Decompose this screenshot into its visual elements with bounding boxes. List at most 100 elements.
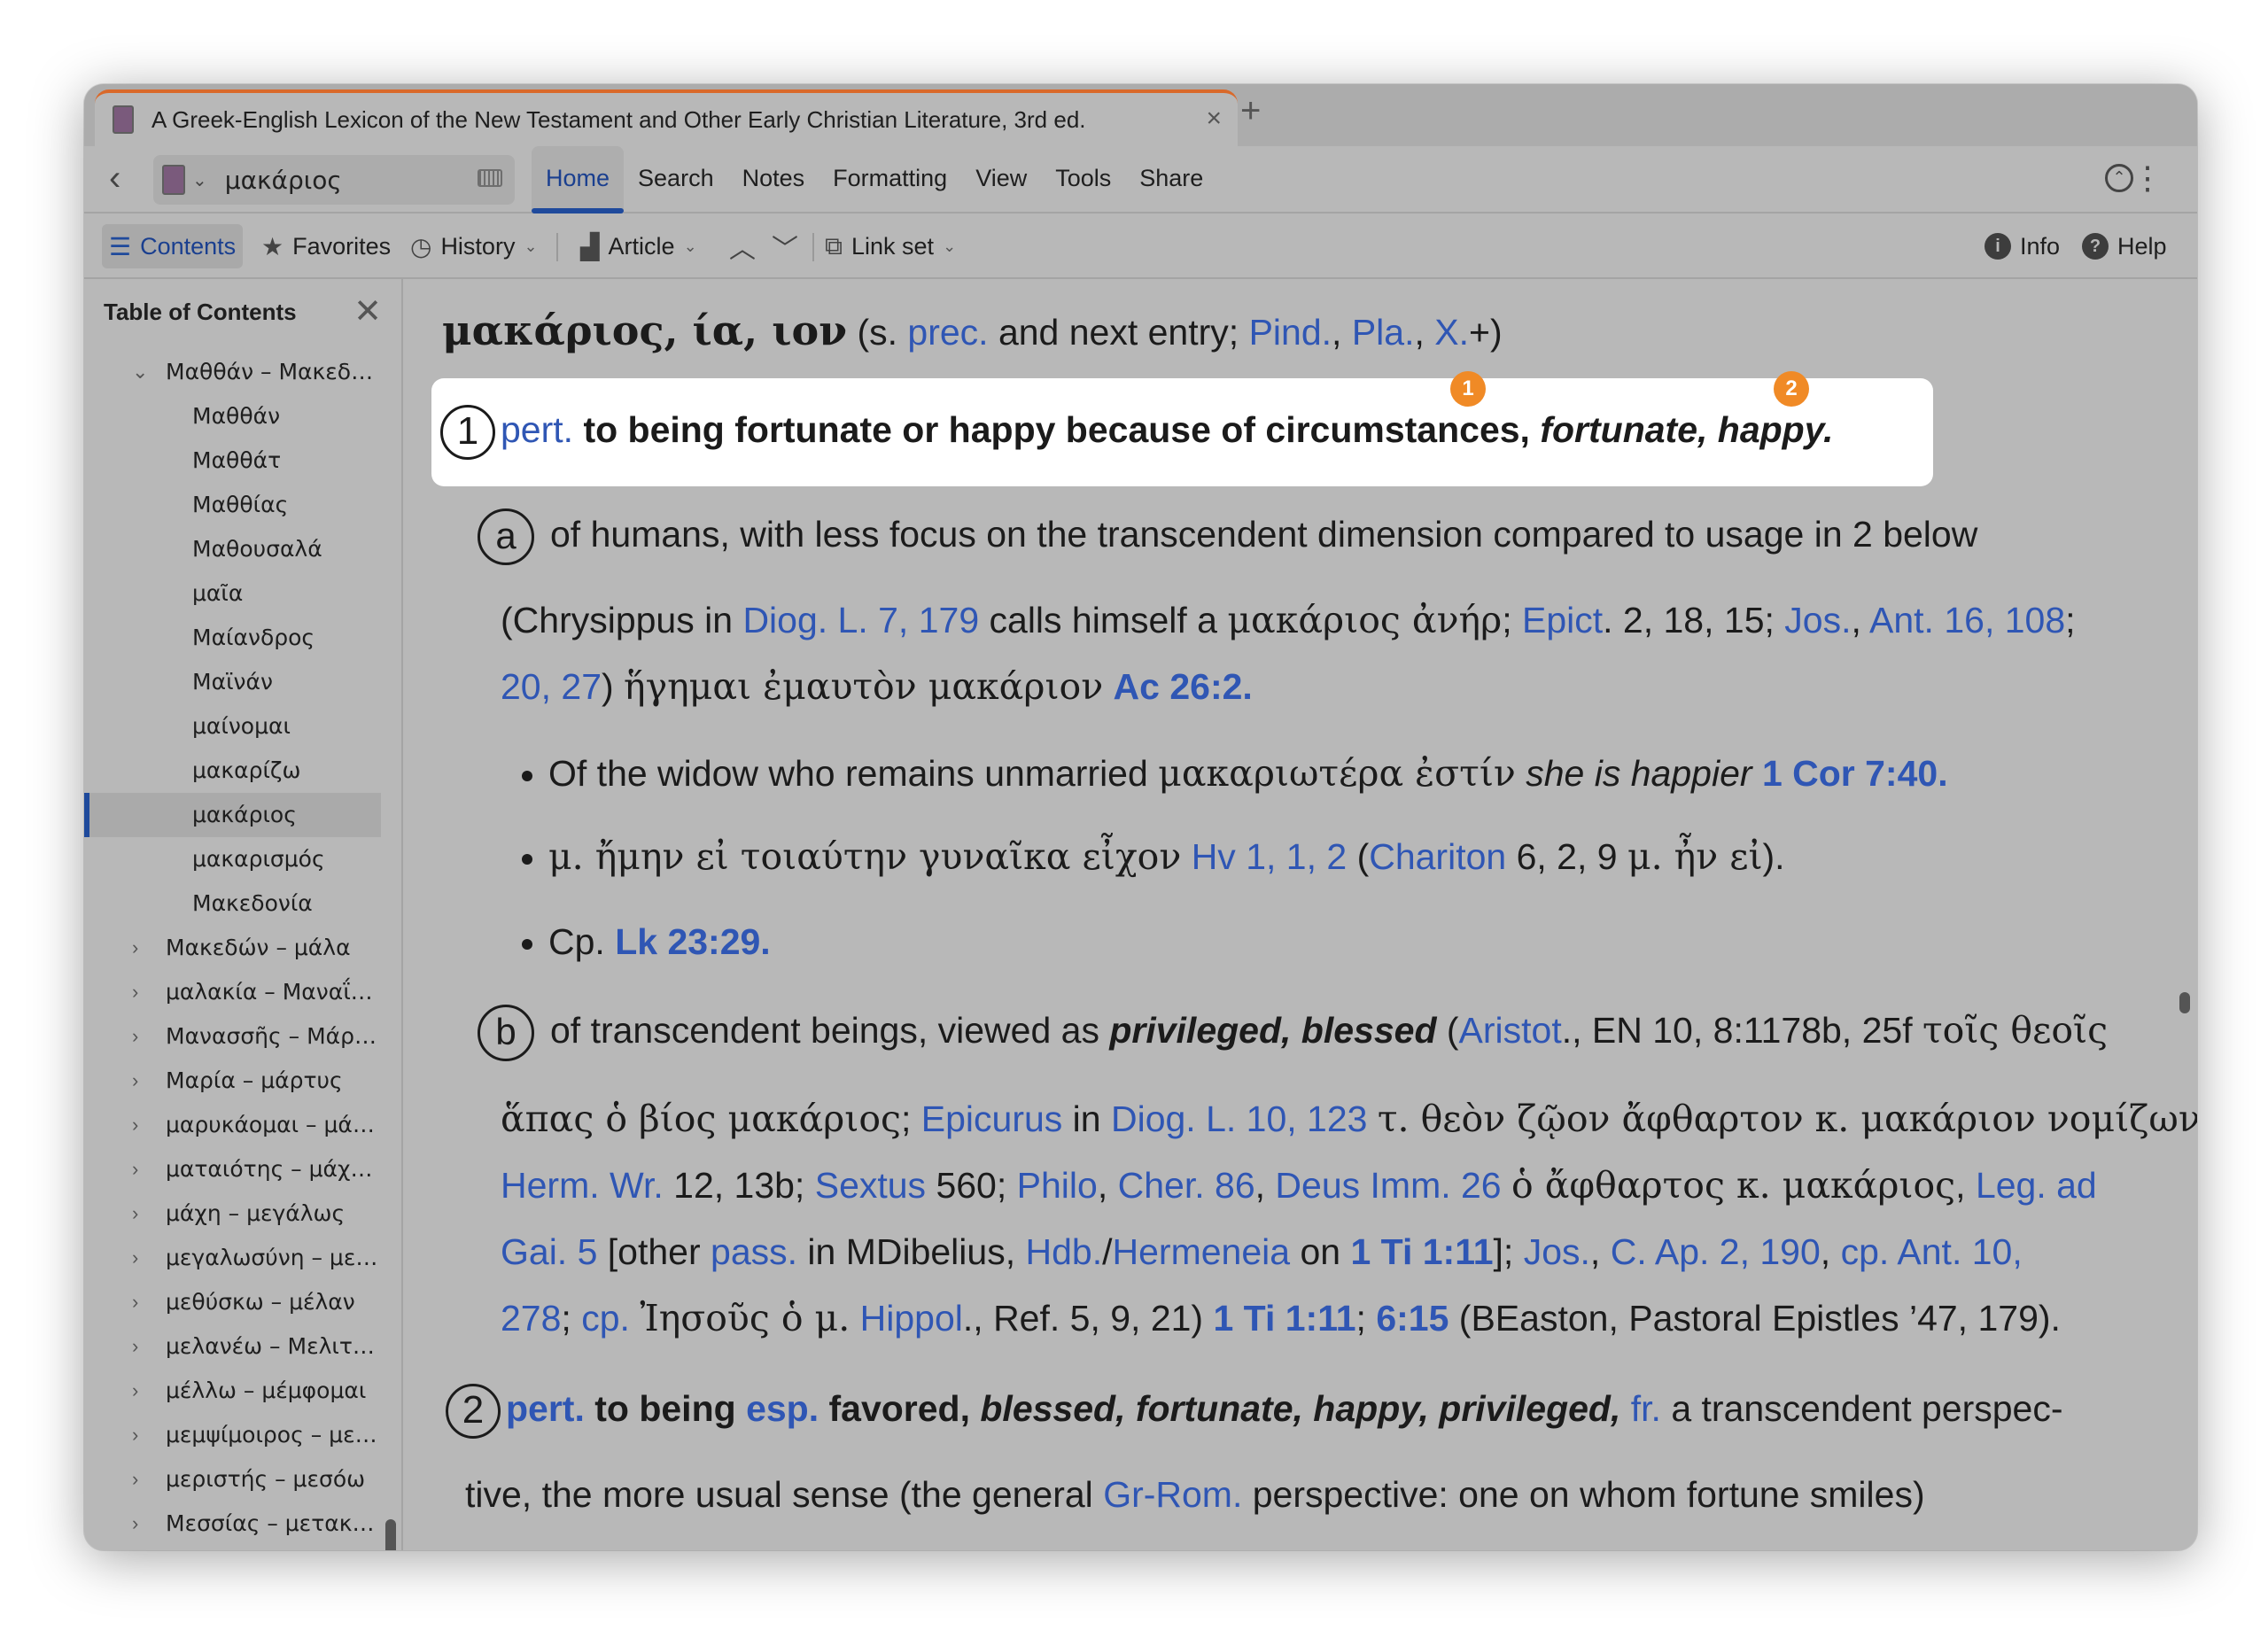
epict-link[interactable]: Epict	[1522, 600, 1603, 640]
philo-link[interactable]: Philo	[1017, 1165, 1098, 1206]
toc-item[interactable]: μακαρίζω	[84, 749, 381, 793]
tab-search[interactable]: Search	[624, 146, 728, 213]
tab-notes[interactable]: Notes	[728, 146, 819, 213]
toc-item[interactable]: › μέλλω – μέμφομαι	[84, 1369, 381, 1413]
pert-link-2[interactable]: pert.	[506, 1388, 585, 1429]
toc-item[interactable]: μαῖα	[84, 571, 381, 616]
chevron-right-icon[interactable]: ›	[132, 1236, 138, 1280]
x-link[interactable]: X.	[1434, 312, 1469, 353]
hdb-link[interactable]: Hdb.	[1026, 1231, 1103, 1272]
sextus-link[interactable]: Sextus	[815, 1165, 926, 1206]
esp-link[interactable]: esp.	[746, 1388, 819, 1429]
jos-link-2[interactable]: Jos.	[1524, 1231, 1590, 1272]
pla-link[interactable]: Pla.	[1352, 312, 1415, 353]
deus-imm-link[interactable]: Deus Imm. 26	[1275, 1165, 1501, 1206]
toc-item[interactable]: › μαλακία – Μαναΐ…	[84, 970, 381, 1014]
chevron-right-icon[interactable]: ›	[132, 1280, 138, 1324]
tab-view[interactable]: View	[961, 146, 1041, 213]
toc-item[interactable]: › ματαιότης – μάχα…	[84, 1147, 381, 1191]
hv-link[interactable]: Hv 1, 1, 2	[1192, 836, 1347, 877]
cp-link[interactable]: cp.	[581, 1298, 630, 1339]
prec-link[interactable]: prec.	[907, 312, 988, 353]
chevron-right-icon[interactable]: ›	[132, 1457, 138, 1502]
contents-button[interactable]: ☰ Contents	[102, 224, 244, 268]
chevron-right-icon[interactable]: ›	[132, 1369, 138, 1413]
toc-item[interactable]: › μεριστής – μεσόω	[84, 1457, 381, 1502]
ant-ref-link[interactable]: 20, 27	[501, 666, 602, 707]
close-panel-icon[interactable]: ✕	[353, 291, 382, 331]
article-button[interactable]: ▟ Article ⌄	[580, 224, 697, 268]
leg-ad-link[interactable]: Leg. ad	[1976, 1165, 2097, 1206]
tab-home[interactable]: Home	[532, 146, 625, 213]
next-article-icon[interactable]: ﹀	[772, 224, 798, 268]
tab-formatting[interactable]: Formatting	[819, 146, 961, 213]
fr-link[interactable]: fr.	[1631, 1388, 1661, 1429]
c-ap-link[interactable]: C. Ap. 2, 190	[1611, 1231, 1821, 1272]
timothy-ref-link[interactable]: 1 Ti 1:11	[1350, 1231, 1493, 1272]
search-input[interactable]: μακάριος	[225, 166, 342, 195]
toc-item[interactable]: Μαθθάν	[84, 394, 381, 439]
toc-item[interactable]: › μαρυκάομαι – μά…	[84, 1103, 381, 1147]
herm-wr-link[interactable]: Herm. Wr.	[501, 1165, 664, 1206]
chevron-right-icon[interactable]: ›	[132, 1147, 138, 1191]
toc-item[interactable]: › Μαρία – μάρτυς	[84, 1059, 381, 1103]
chevron-right-icon[interactable]: ›	[132, 1324, 138, 1369]
luke-ref-link[interactable]: Lk 23:29.	[615, 921, 771, 962]
gai-link[interactable]: Gai. 5	[501, 1231, 597, 1272]
toc-item[interactable]: › Μακεδών – μάλα	[84, 926, 381, 970]
toc-item[interactable]: Μαθθίας	[84, 483, 381, 527]
pert-link[interactable]: pert.	[501, 409, 573, 450]
cp-ant-link[interactable]: cp. Ant. 10,	[1841, 1231, 2023, 1272]
sidebar-scrollbar[interactable]	[385, 1519, 396, 1550]
link-set-button[interactable]: ⧉ Link set ⌄	[825, 224, 956, 268]
tab-share[interactable]: Share	[1125, 146, 1217, 213]
timothy-ref-link-2[interactable]: 1 Ti 1:11	[1213, 1298, 1355, 1339]
hippol-link[interactable]: Hippol	[860, 1298, 963, 1339]
toc-item[interactable]: μακαρισμός	[84, 837, 381, 881]
previous-article-icon[interactable]: ︿	[729, 224, 756, 268]
toc-item[interactable]: › μάχη – μεγάλως	[84, 1191, 381, 1236]
ant-278-link[interactable]: 278	[501, 1298, 561, 1339]
chevron-right-icon[interactable]: ›	[132, 1191, 138, 1236]
resource-search-box[interactable]: ⌄ μακάριος	[153, 155, 515, 205]
hermeneia-link[interactable]: Hermeneia	[1113, 1231, 1291, 1272]
info-button[interactable]: i Info	[1984, 224, 2060, 268]
aristot-link[interactable]: Aristot	[1459, 1010, 1562, 1051]
timothy-615-link[interactable]: 6:15	[1376, 1298, 1449, 1339]
diog-link-2[interactable]: Diog. L. 10, 123	[1111, 1098, 1367, 1139]
diog-link[interactable]: Diog. L. 7, 179	[742, 600, 979, 640]
chevron-right-icon[interactable]: ›	[132, 1059, 138, 1103]
resource-icon[interactable]	[162, 165, 185, 195]
chevron-right-icon[interactable]: ›	[132, 1502, 138, 1546]
pass-link[interactable]: pass.	[711, 1231, 797, 1272]
acts-ref-link[interactable]: Ac 26:2.	[1114, 666, 1253, 707]
toc-item[interactable]: › μεθύσκω – μέλαν	[84, 1280, 381, 1324]
cher-link[interactable]: Cher. 86	[1118, 1165, 1255, 1206]
cor-ref-link[interactable]: 1 Cor 7:40.	[1762, 753, 1948, 794]
toc-item[interactable]: μακάριος	[84, 793, 381, 837]
more-menu-icon[interactable]: ⋮	[2132, 160, 2163, 196]
gr-rom-link[interactable]: Gr-Rom.	[1103, 1474, 1242, 1515]
chevron-right-icon[interactable]: ›	[132, 1103, 138, 1147]
document-tab[interactable]: A Greek-English Lexicon of the New Testa…	[95, 89, 1238, 146]
epicurus-link[interactable]: Epicurus	[921, 1098, 1063, 1139]
favorites-button[interactable]: ★ Favorites	[261, 224, 391, 268]
content-scrollbar[interactable]	[2179, 992, 2190, 1013]
toc-item[interactable]: μαίνομαι	[84, 704, 381, 749]
toc-item[interactable]: › Μεσσίας – μετακα…	[84, 1502, 381, 1546]
help-button[interactable]: ? Help	[2082, 224, 2167, 268]
chevron-right-icon[interactable]: ›	[132, 926, 138, 970]
pind-link[interactable]: Pind.	[1249, 312, 1332, 353]
tab-close-icon[interactable]: ×	[1206, 104, 1222, 134]
chevron-down-icon[interactable]: ⌄	[192, 169, 207, 191]
collapse-ribbon-icon[interactable]: ⌃	[2105, 164, 2133, 192]
jos-link[interactable]: Jos.	[1784, 600, 1851, 640]
note-badge-1[interactable]: 1	[1450, 371, 1486, 407]
toc-item[interactable]: › μελανέω – Μελιτ…	[84, 1324, 381, 1369]
chevron-right-icon[interactable]: ›	[132, 1014, 138, 1059]
keyboard-icon[interactable]	[478, 169, 502, 187]
chariton-link[interactable]: Chariton	[1369, 836, 1506, 877]
toc-item[interactable]: › μεγαλωσύνη – με…	[84, 1236, 381, 1280]
toc-item[interactable]: ⌄ Μαθθάν – Μακεδ…	[84, 350, 381, 394]
toc-item[interactable]: › μεμψίμοιρος – με…	[84, 1413, 381, 1457]
